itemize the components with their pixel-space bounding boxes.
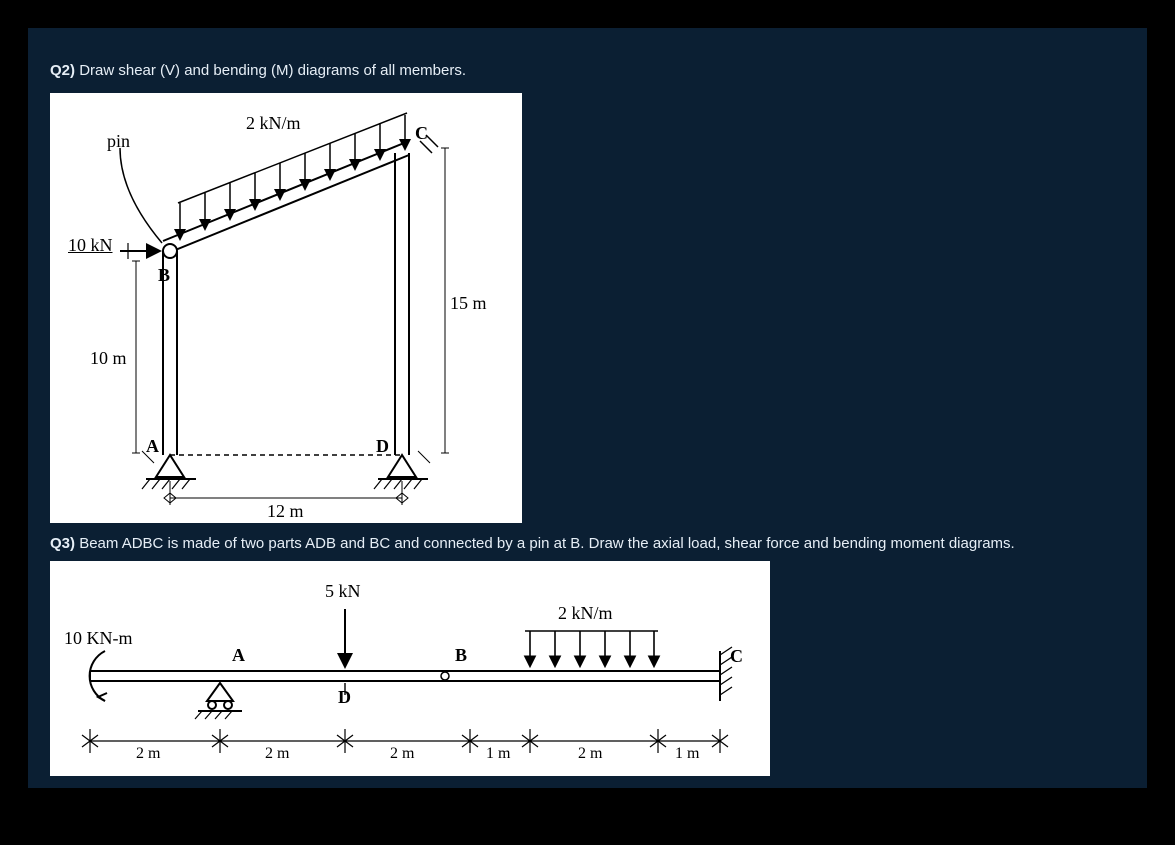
q3-tag: Q3) [50, 535, 75, 552]
q3-dist-load: 2 kN/m [558, 603, 613, 624]
q2-figure: pin 2 kN/m C 10 kN B 15 m 10 m A D 12 m [50, 93, 522, 523]
q3-dim-3: 1 m [486, 745, 510, 763]
q2-pin-label: pin [107, 131, 130, 152]
q2-tag: Q2) [50, 62, 75, 79]
q2-h-left: 10 m [90, 348, 127, 369]
page-sheet: Q2) Draw shear (V) and bending (M) diagr… [28, 28, 1147, 788]
q3-prompt: Q3) Beam ADBC is made of two parts ADB a… [50, 533, 1130, 554]
q2-node-B: B [158, 265, 170, 286]
q3-point-load: 5 kN [325, 581, 361, 602]
q3-dim-4: 2 m [578, 745, 602, 763]
q3-dim-0: 2 m [136, 745, 160, 763]
q3-node-C: C [730, 646, 743, 667]
q3-text: Beam ADBC is made of two parts ADB and B… [79, 535, 1015, 552]
q3-node-D: D [338, 687, 351, 708]
q3-node-B: B [455, 645, 467, 666]
q2-node-D: D [376, 436, 389, 457]
q3-figure: 5 kN 2 kN/m 10 KN-m A D B C 2 m 2 m 2 m … [50, 561, 770, 776]
q3-moment: 10 KN-m [64, 628, 133, 649]
q3-node-A: A [232, 645, 245, 666]
q3-dim-1: 2 m [265, 745, 289, 763]
q2-point-load: 10 kN [68, 235, 113, 256]
q2-span: 12 m [267, 501, 304, 522]
q2-prompt: Q2) Draw shear (V) and bending (M) diagr… [50, 60, 466, 81]
q3-dim-5: 1 m [675, 745, 699, 763]
q2-text: Draw shear (V) and bending (M) diagrams … [79, 62, 466, 79]
q2-node-C: C [415, 123, 428, 144]
q2-dist-load: 2 kN/m [246, 113, 301, 134]
q2-h-right: 15 m [450, 293, 487, 314]
q3-svg [50, 561, 770, 776]
q2-node-A: A [146, 436, 159, 457]
q3-dim-2: 2 m [390, 745, 414, 763]
